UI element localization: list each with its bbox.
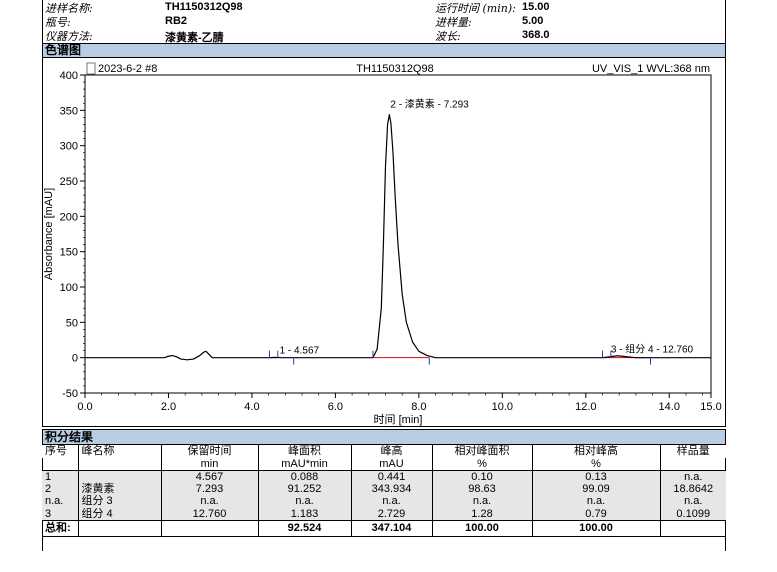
y-tick-label: 250 <box>60 176 78 188</box>
total-cell <box>659 519 726 537</box>
x-tick-label: 10.0 <box>492 401 513 413</box>
chart-icon <box>86 62 96 75</box>
y-tick-label: 100 <box>60 282 78 294</box>
total-cell: 347.104 <box>350 519 432 537</box>
x-tick-label: 6.0 <box>328 401 343 413</box>
table-row: 2 漆黄素 7.293 91.252 343.934 98.63 99.09 18.8642 <box>42 482 726 495</box>
chart-date-title: 2023-6-2 #8 <box>98 63 157 75</box>
table-cell: n.a. <box>257 495 351 508</box>
x-axis-title: 时间 [min] <box>374 413 423 426</box>
table-row: n.a. 组分 3 n.a. n.a. n.a. n.a. n.a. n.a. <box>42 495 726 508</box>
column-unit: mAU*min <box>257 457 351 471</box>
table-cell: 0.441 <box>350 470 432 483</box>
table-cell: 1.183 <box>257 507 351 520</box>
table-cell: 2 <box>42 482 78 495</box>
table-cell: 0.13 <box>531 470 660 483</box>
results-header-row: 序号 峰名称 保留时间 峰面积 峰高 相对峰面积 相对峰高 样品量 <box>42 445 726 458</box>
table-cell: n.a. <box>431 495 532 508</box>
table-cell: 1 <box>42 470 78 483</box>
y-tick-label: 200 <box>60 211 78 223</box>
x-tick-label: 12.0 <box>575 401 596 413</box>
y-tick-label: -50 <box>62 388 78 400</box>
column-header: 相对峰面积 <box>431 445 532 458</box>
total-cell: 100.00 <box>431 519 532 537</box>
column-header: 峰面积 <box>257 445 351 458</box>
table-cell: 0.79 <box>531 507 660 520</box>
table-cell: n.a. <box>42 495 78 508</box>
table-cell: 0.1099 <box>659 507 726 520</box>
total-cell: 总和: <box>42 519 78 537</box>
table-cell: 组分 3 <box>77 495 161 508</box>
table-cell: 组分 4 <box>77 507 161 520</box>
x-tick-label: 8.0 <box>411 401 426 413</box>
table-cell: 18.8642 <box>659 482 726 495</box>
column-unit: mAU <box>350 457 432 471</box>
peak-label: 2 - 漆黄素 - 7.293 <box>390 98 469 111</box>
results-section-header: 积分结果 <box>42 429 726 445</box>
table-cell: 91.252 <box>257 482 351 495</box>
peak-label: 3 - 组分 4 - 12.760 <box>611 343 694 356</box>
table-cell: 0.10 <box>431 470 532 483</box>
column-unit: min <box>160 457 258 471</box>
table-cell: 7.293 <box>160 482 258 495</box>
total-cell <box>160 519 258 537</box>
chart-detector-title: UV_VIS_1 WVL:368 nm <box>592 63 710 75</box>
table-cell: n.a. <box>160 495 258 508</box>
table-cell: n.a. <box>659 495 726 508</box>
table-row: 1 4.567 0.088 0.441 0.10 0.13 n.a. <box>42 470 726 483</box>
y-tick-label: 150 <box>60 247 78 259</box>
column-header: 序号 <box>42 445 78 458</box>
table-cell: 98.63 <box>431 482 532 495</box>
table-cell: 漆黄素 <box>77 482 161 495</box>
x-tick-label: 15.0 <box>700 401 721 413</box>
table-cell: 4.567 <box>160 470 258 483</box>
x-tick-label: 4.0 <box>244 401 259 413</box>
column-unit <box>659 457 726 471</box>
column-unit <box>77 457 161 471</box>
y-axis-title: Absorbance [mAU] <box>43 188 55 280</box>
column-unit <box>42 457 78 471</box>
results-units-row: min mAU*min mAU%% <box>42 457 726 471</box>
results-section-title: 积分结果 <box>45 430 94 444</box>
table-cell: 0.088 <box>257 470 351 483</box>
x-tick-label: 2.0 <box>161 401 176 413</box>
table-cell: 3 <box>42 507 78 520</box>
table-cell: 2.729 <box>350 507 432 520</box>
table-cell: n.a. <box>659 470 726 483</box>
chromatogram-trace <box>85 114 711 361</box>
x-tick-label: 0.0 <box>77 401 92 413</box>
peak-label: 1 - 4.567 <box>280 345 320 356</box>
total-cell: 100.00 <box>531 519 660 537</box>
total-cell <box>77 519 161 537</box>
y-tick-label: 350 <box>60 105 78 117</box>
chart-sample-title: TH1150312Q98 <box>356 63 433 75</box>
y-tick-label: 50 <box>66 317 78 329</box>
chromatogram-chart: -50 0 50 100 150 200 250 300 350 400 0.0 2.0 4.0 6.0 8… <box>43 62 722 426</box>
results-total-row: 总和: 92.524 347.104 100.00 100.00 <box>42 519 726 537</box>
column-header: 保留时间 <box>160 445 258 458</box>
total-cell: 92.524 <box>257 519 351 537</box>
y-tick-label: 300 <box>60 141 78 153</box>
table-row: 3 组分 4 12.760 1.183 2.729 1.28 0.79 0.1099 <box>42 507 726 520</box>
x-tick-label: 14.0 <box>659 401 680 413</box>
results-table: 序号 峰名称 保留时间 峰面积 峰高 相对峰面积 相对峰高 样品量 min mAU*min mAU… <box>42 445 726 537</box>
table-cell: 343.934 <box>350 482 432 495</box>
y-tick-label: 400 <box>60 70 78 82</box>
column-unit: % <box>431 457 532 471</box>
table-cell: n.a. <box>350 495 432 508</box>
column-header: 峰高 <box>350 445 432 458</box>
table-cell: 99.09 <box>531 482 660 495</box>
table-cell: n.a. <box>531 495 660 508</box>
column-unit: % <box>531 457 660 471</box>
y-tick-label: 0 <box>72 353 78 365</box>
column-header: 样品量 <box>659 445 726 458</box>
column-header: 峰名称 <box>77 445 161 458</box>
table-cell <box>77 470 161 483</box>
table-cell: 12.760 <box>160 507 258 520</box>
table-cell: 1.28 <box>431 507 532 520</box>
column-header: 相对峰高 <box>531 445 660 458</box>
